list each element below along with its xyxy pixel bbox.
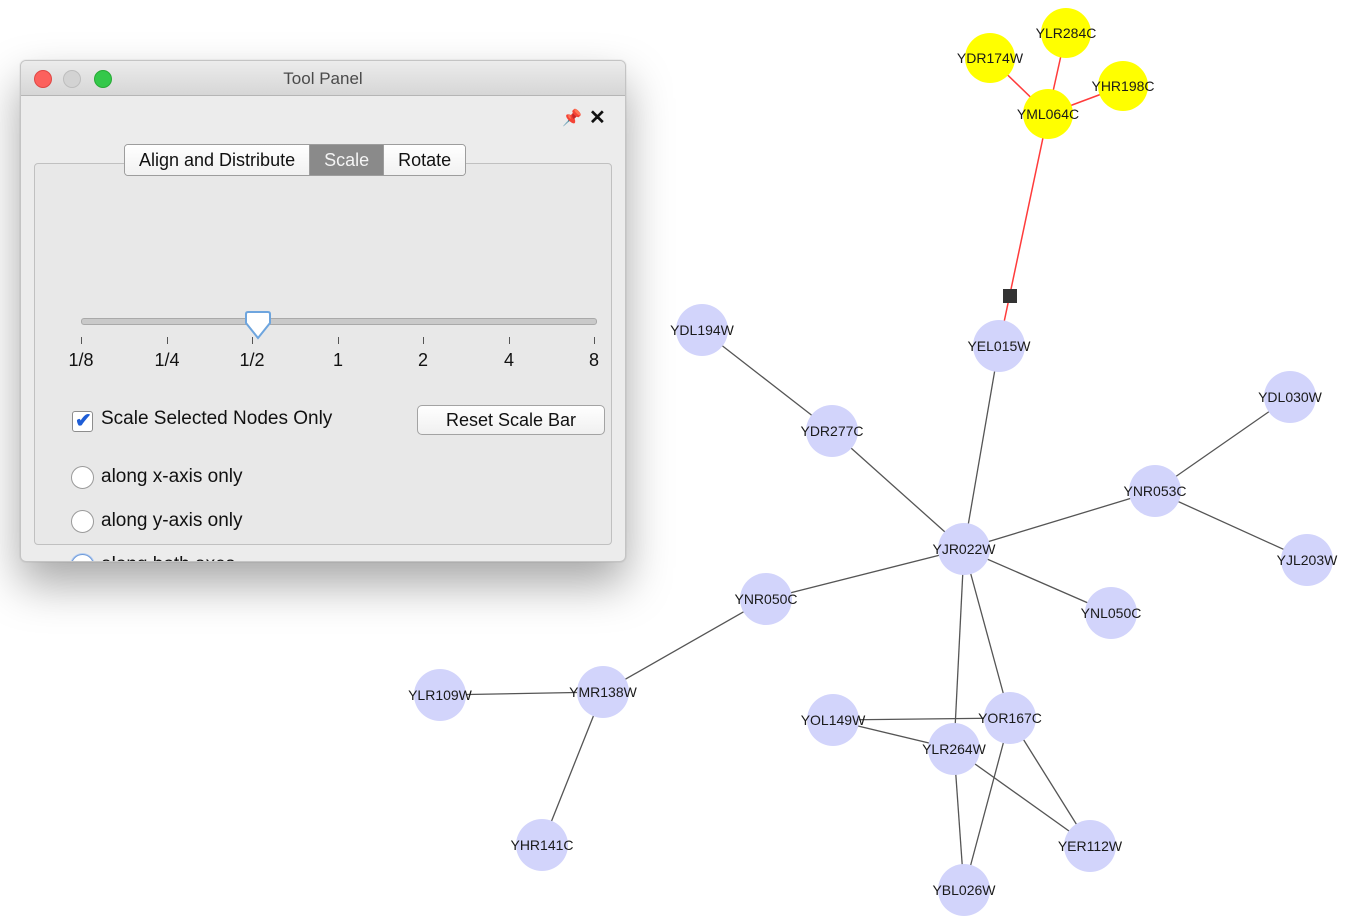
scale-selected-only-label[interactable]: Scale Selected Nodes Only	[101, 408, 332, 430]
window-title: Tool Panel	[283, 69, 363, 88]
node-label: YJR022W	[932, 541, 996, 557]
node-label: YER112W	[1058, 838, 1123, 854]
node-label: YEL015W	[967, 338, 1031, 354]
scale-tab-content: 1/8 1/4 1/2 1 2 4 8 ✔ Scale Selected Nod…	[34, 163, 612, 561]
slider-tick	[594, 337, 595, 344]
slider-label: 4	[503, 350, 515, 370]
node-label: YJL203W	[1277, 552, 1338, 568]
scale-selected-only-checkbox[interactable]: ✔	[72, 410, 93, 432]
node-label: YDR174W	[957, 50, 1024, 66]
slider-label: 1	[332, 350, 344, 370]
radio-x-axis-label[interactable]: along x-axis only	[101, 466, 243, 488]
reset-scale-bar-button[interactable]: Reset Scale Bar	[417, 405, 605, 435]
node-label: YNR050C	[734, 591, 797, 607]
node-label: YOR167C	[978, 710, 1042, 726]
node-label: YDR277C	[800, 423, 863, 439]
slider-tick	[509, 337, 510, 344]
node-label: YLR109W	[408, 687, 473, 703]
checkmark-icon: ✔	[75, 410, 92, 432]
slider-label: 2	[417, 350, 429, 370]
edge[interactable]	[831, 430, 965, 550]
tab-bar: Align and Distribute Scale Rotate	[124, 144, 467, 176]
slider-tick	[338, 337, 339, 344]
node-label: YNL050C	[1081, 605, 1142, 621]
node-label: YDL194W	[670, 322, 735, 338]
node-label: YOL149W	[801, 712, 866, 728]
radio-selected-dot	[78, 561, 87, 562]
edge[interactable]	[963, 345, 1000, 550]
edge[interactable]	[998, 113, 1049, 347]
node-label: YDL030W	[1258, 389, 1323, 405]
pin-icon[interactable]: 📌	[562, 108, 582, 128]
slider-tick	[81, 337, 82, 344]
slider-label: 1/2	[239, 350, 265, 370]
radio-x-axis[interactable]	[71, 466, 94, 489]
close-icon[interactable]: ✕	[589, 105, 606, 130]
node-label: YNR053C	[1123, 483, 1186, 499]
slider-tick	[423, 337, 424, 344]
node-label: YLR284C	[1036, 25, 1097, 41]
title-bar[interactable]: Tool Panel	[21, 61, 625, 96]
node-label: YHR141C	[510, 837, 573, 853]
scale-slider-track[interactable]	[81, 318, 597, 325]
slider-label: 1/4	[154, 350, 180, 370]
node-label: YHR198C	[1091, 78, 1154, 94]
slider-label: 1/8	[68, 350, 94, 370]
node-label: YML064C	[1017, 106, 1079, 122]
slider-tick	[167, 337, 168, 344]
node-label: YMR138W	[569, 684, 637, 700]
radio-both-axes[interactable]	[71, 554, 94, 562]
tool-panel-window: Tool Panel 📌 ✕ 1/8 1/4 1/2 1 2 4 8 ✔ Sca…	[20, 60, 626, 562]
tab-rotate[interactable]: Rotate	[384, 145, 466, 175]
slider-tick	[252, 337, 253, 344]
edge[interactable]	[602, 598, 767, 693]
tab-align-and-distribute[interactable]: Align and Distribute	[125, 145, 311, 175]
scale-slider-thumb[interactable]	[244, 311, 272, 341]
slider-label: 8	[588, 350, 600, 370]
radio-y-axis[interactable]	[71, 510, 94, 533]
node-label: YBL026W	[932, 882, 996, 898]
edge-handle[interactable]	[1003, 289, 1017, 303]
edge[interactable]	[963, 548, 1011, 719]
tab-scale[interactable]: Scale	[310, 145, 385, 175]
node-label: YLR264W	[922, 741, 987, 757]
radio-both-axes-label[interactable]: along both axes	[101, 554, 235, 561]
radio-y-axis-label[interactable]: along y-axis only	[101, 510, 243, 532]
